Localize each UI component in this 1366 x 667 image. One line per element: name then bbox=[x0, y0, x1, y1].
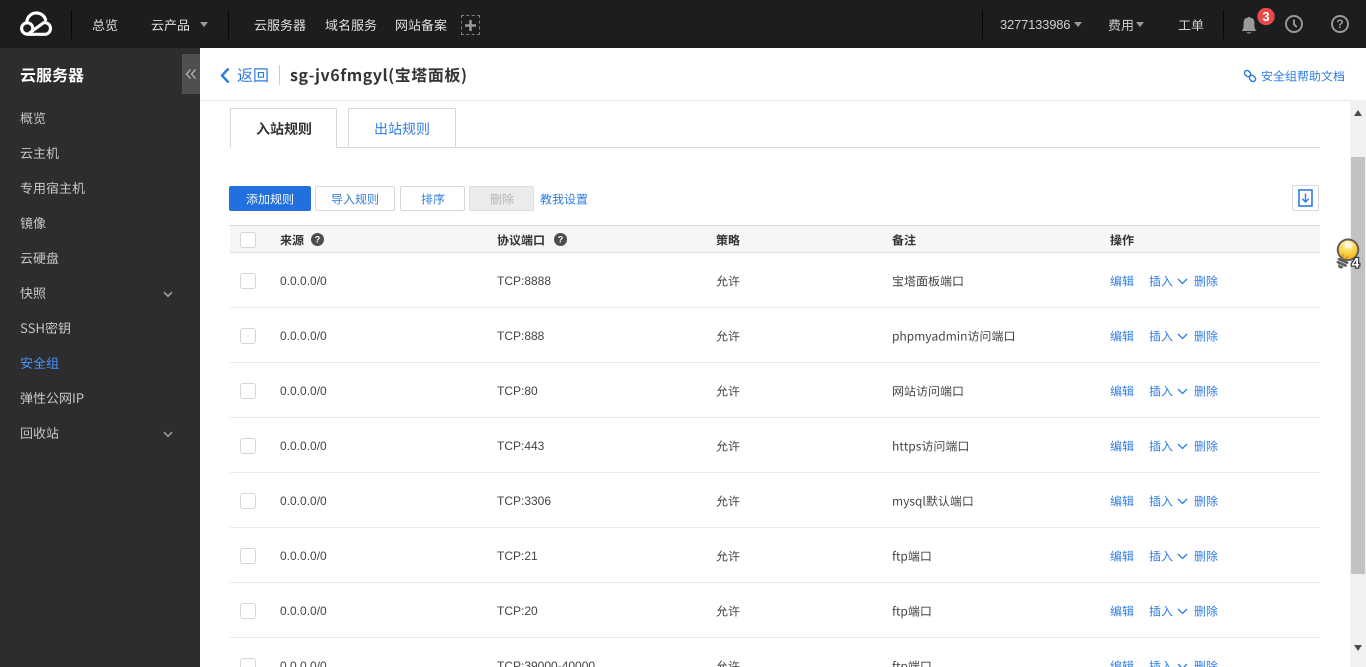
svg-text:?: ? bbox=[315, 235, 321, 245]
svg-text:?: ? bbox=[558, 235, 564, 245]
svg-text:4: 4 bbox=[1352, 256, 1360, 271]
svg-text:?: ? bbox=[1336, 17, 1343, 31]
svg-text:3: 3 bbox=[1262, 9, 1269, 24]
